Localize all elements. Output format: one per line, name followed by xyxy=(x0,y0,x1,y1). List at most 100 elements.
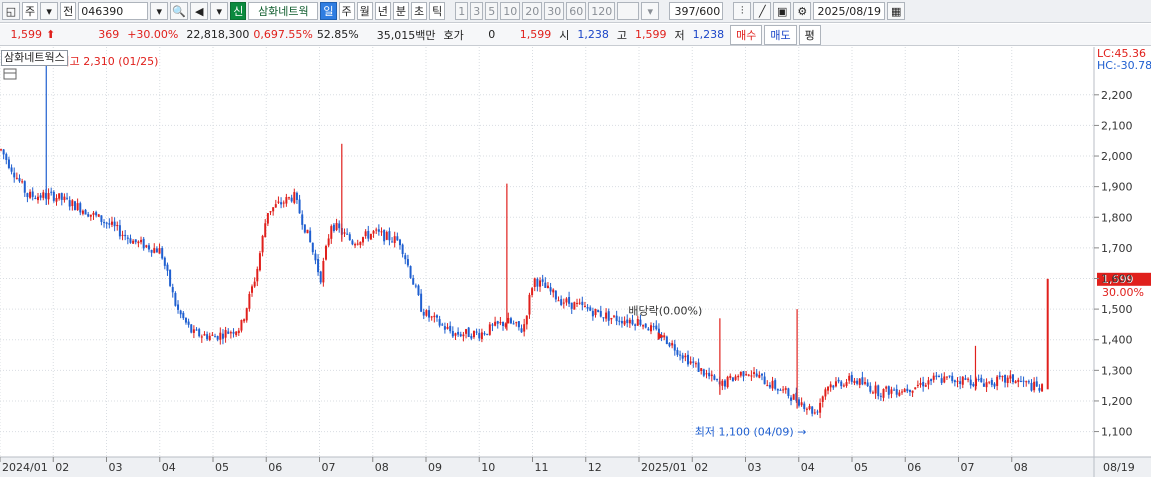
candle-body xyxy=(472,330,475,338)
candle-body xyxy=(243,319,246,322)
date-input[interactable]: 2025/08/19 xyxy=(813,2,886,20)
candle-body xyxy=(251,286,254,293)
sell-button[interactable]: 매도 xyxy=(764,24,797,45)
candle-body xyxy=(361,237,364,243)
candle-body xyxy=(541,279,544,282)
minute-5[interactable]: 5 xyxy=(485,2,499,20)
candle-body xyxy=(610,317,613,320)
candle-body xyxy=(552,289,555,293)
candle-body xyxy=(824,389,827,397)
candle-body xyxy=(549,287,552,292)
candle-body xyxy=(52,191,55,201)
candle-body xyxy=(729,375,732,378)
candle-body xyxy=(454,333,457,336)
candle-body xyxy=(988,381,991,383)
candle-body xyxy=(578,302,581,304)
search-icon[interactable]: 🔍 xyxy=(170,2,189,20)
quote-value: 0 xyxy=(488,28,496,41)
candle-icon[interactable]: ⫶ xyxy=(733,2,752,20)
x-tick-label: 03 xyxy=(748,461,762,474)
candle-body xyxy=(819,402,822,413)
minute-10[interactable]: 10 xyxy=(500,2,521,20)
candle-body xyxy=(930,379,933,382)
candle-body xyxy=(1025,381,1028,383)
flat-button[interactable]: 평 xyxy=(798,24,821,45)
open-price: 1,238 xyxy=(577,28,609,41)
candle-body xyxy=(121,234,124,236)
candle-body xyxy=(216,336,219,340)
hc-label: HC:-30.78 xyxy=(1097,59,1151,72)
buy-button[interactable]: 매수 xyxy=(730,24,763,45)
candle-body xyxy=(797,399,800,406)
speaker-icon[interactable]: ◀ xyxy=(190,2,209,20)
gear-icon[interactable]: ⚙ xyxy=(793,2,812,20)
period-month[interactable]: 월 xyxy=(356,2,373,20)
candle-body xyxy=(258,253,261,271)
x-tick-label: 05 xyxy=(215,461,229,474)
chevron-down-icon[interactable]: ▾ xyxy=(210,2,229,20)
candle-body xyxy=(739,371,742,376)
candle-body xyxy=(425,310,428,316)
period-minute[interactable]: 분 xyxy=(392,2,409,20)
candle-body xyxy=(129,238,132,243)
candle-body xyxy=(2,149,5,155)
minute-120[interactable]: 120 xyxy=(588,2,616,20)
candle-body xyxy=(433,315,436,318)
y-tick-label: 1,200 xyxy=(1101,395,1133,408)
candle-body xyxy=(322,261,325,283)
save-icon[interactable]: ▣ xyxy=(773,2,792,20)
candle-body xyxy=(375,229,378,231)
candle-body xyxy=(211,334,214,336)
candle-body xyxy=(924,385,927,387)
calendar-icon[interactable]: ▦ xyxy=(887,2,906,20)
candle-body xyxy=(745,374,748,376)
period-tick[interactable]: 틱 xyxy=(429,2,446,20)
minute-60[interactable]: 60 xyxy=(566,2,587,20)
code-input[interactable]: 046390 xyxy=(78,2,149,20)
candle-body xyxy=(245,308,248,321)
market-select[interactable]: 주 xyxy=(22,2,39,20)
chevron-down-icon[interactable]: ▾ xyxy=(150,2,169,20)
menu-icon[interactable]: ◱ xyxy=(2,2,20,20)
candle-body xyxy=(462,334,465,337)
candle-body xyxy=(713,375,716,380)
y-tick-label: 1,400 xyxy=(1101,334,1133,347)
period-second[interactable]: 초 xyxy=(411,2,428,20)
minute-20[interactable]: 20 xyxy=(522,2,543,20)
period-day[interactable]: 일 xyxy=(320,2,337,20)
minute-3[interactable]: 3 xyxy=(470,2,484,20)
candle-body xyxy=(869,385,872,392)
new-badge: 신 xyxy=(230,2,247,20)
candle-body xyxy=(536,278,539,287)
chevron-down-icon[interactable]: ▾ xyxy=(40,2,59,20)
candle-body xyxy=(911,390,914,393)
candle-body xyxy=(726,376,729,388)
candle-body xyxy=(396,236,399,241)
candle-body xyxy=(39,195,42,198)
candle-body xyxy=(134,239,137,243)
candle-body xyxy=(332,224,335,231)
price-chart[interactable]: ←최고 2,310 (01/25)최저 1,100 (04/09) →배당락(0… xyxy=(0,47,1151,477)
chevron-down-icon[interactable]: ▾ xyxy=(641,2,660,20)
minute-30[interactable]: 30 xyxy=(544,2,565,20)
x-tick-label: 02 xyxy=(694,461,708,474)
minute-custom-input[interactable] xyxy=(617,2,640,20)
candle-body xyxy=(288,197,291,199)
candle-body xyxy=(850,375,853,382)
minute-1[interactable]: 1 xyxy=(455,2,469,20)
candle-body xyxy=(346,233,349,235)
count-input[interactable]: 397/600 xyxy=(669,2,724,20)
candle-body xyxy=(502,321,505,326)
candle-body xyxy=(848,375,851,381)
turnover: 52.85% xyxy=(316,28,359,41)
prev-button[interactable]: 전 xyxy=(60,2,77,20)
line-chart-icon[interactable]: ╱ xyxy=(753,2,772,20)
candle-body xyxy=(803,403,806,410)
chart-title: 삼화네트웍스 xyxy=(1,50,68,66)
x-tick-label: 08 xyxy=(1014,461,1028,474)
candle-body xyxy=(576,302,579,304)
candle-body xyxy=(760,373,763,376)
period-week[interactable]: 주 xyxy=(338,2,355,20)
candle-body xyxy=(858,378,861,385)
period-year[interactable]: 년 xyxy=(374,2,391,20)
